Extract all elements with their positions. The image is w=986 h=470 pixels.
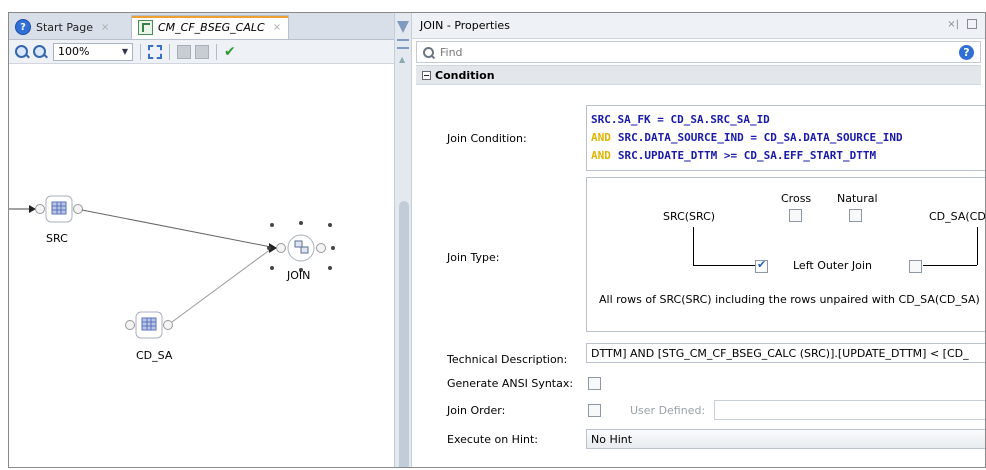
panel-title: JOIN - Properties [420, 19, 510, 32]
join-output-port[interactable] [316, 243, 326, 253]
minimize-icon[interactable] [967, 19, 977, 29]
condition-line: AND SRC.UPDATE_DTTM >= CD_SA.EFF_START_DT… [591, 149, 877, 162]
src-input-port[interactable] [35, 204, 45, 214]
grip-icon[interactable] [397, 39, 409, 49]
technical-description-field[interactable]: DTTM] AND [STG_CM_CF_BSEG_CALC (SRC)].[U… [586, 343, 985, 363]
join-type-label: Join Type: [447, 251, 500, 264]
properties-header: JOIN - Properties ×| [412, 13, 985, 39]
left-outer-join-checkbox[interactable] [755, 258, 768, 273]
src-node-label: SRC [46, 232, 68, 245]
mapping-icon [138, 20, 153, 35]
zoom-in-icon[interactable] [15, 44, 30, 59]
natural-label: Natural [837, 192, 878, 205]
technical-description-label: Technical Description: [447, 353, 568, 366]
connector-line [977, 227, 978, 265]
scroll-up-icon[interactable]: ▲ [399, 55, 405, 64]
collapse-icon[interactable] [422, 70, 431, 80]
help-icon: ? [15, 19, 31, 35]
toolbar-separator [169, 43, 170, 60]
table-icon [51, 201, 67, 215]
zoom-select[interactable]: 100% ▼ [53, 42, 133, 61]
tab-mapping[interactable]: CM_CF_BSEG_CALC × [131, 15, 289, 39]
join-order-checkbox[interactable] [588, 404, 601, 417]
technical-description-value: DTTM] AND [STG_CM_CF_BSEG_CALC (SRC)].[U… [591, 346, 969, 360]
right-source-label: CD_SA(CD [929, 210, 986, 223]
properties-panel: JOIN - Properties ×| Find ? Condition Jo… [412, 13, 985, 467]
condition-line: SRC.SA_FK = CD_SA.SRC_SA_ID [591, 113, 770, 126]
arrow-head-icon [29, 205, 36, 213]
chevron-down-icon: ▼ [121, 47, 128, 56]
mapping-editor: ? Start Page × CM_CF_BSEG_CALC × 100% ▼ [9, 13, 394, 467]
condition-line: AND SRC.DATA_SOURCE_IND = CD_SA.DATA_SOUR… [591, 131, 903, 144]
connector-line [693, 227, 694, 265]
close-tab-icon[interactable]: × [101, 22, 109, 33]
section-condition[interactable]: Condition [416, 65, 981, 85]
user-defined-input[interactable] [714, 400, 985, 420]
table-icon [141, 317, 157, 331]
cd-sa-input-port[interactable] [125, 320, 135, 330]
disabled-icon[interactable] [195, 44, 209, 59]
editor-tab-bar: ? Start Page × CM_CF_BSEG_CALC × [9, 13, 394, 40]
close-tab-icon[interactable]: × [273, 22, 281, 33]
join-type-panel: Cross Natural SRC(SRC) CD_SA(CD Left Out… [586, 177, 986, 332]
execute-on-hint-value: No Hint [591, 432, 633, 446]
join-condition-label: Join Condition: [447, 132, 527, 145]
join-order-label: Join Order: [447, 404, 506, 417]
natural-checkbox[interactable] [849, 209, 862, 222]
tab-label: Start Page [36, 20, 93, 34]
src-output-port[interactable] [73, 204, 83, 214]
left-outer-join-label: Left Outer Join [793, 259, 872, 272]
layout-icon[interactable] [177, 44, 191, 59]
application-window: ? Start Page × CM_CF_BSEG_CALC × 100% ▼ [8, 12, 986, 468]
join-condition-editor[interactable]: SRC.SA_FK = CD_SA.SRC_SA_ID AND SRC.DATA_… [586, 105, 985, 171]
src-to-join-connector[interactable] [81, 209, 272, 248]
collapse-arrow-icon[interactable] [397, 21, 409, 33]
find-input[interactable]: Find ? [416, 41, 981, 63]
execute-on-hint-select[interactable]: No Hint [586, 429, 985, 449]
section-title: Condition [435, 68, 495, 82]
tab-start-page[interactable]: ? Start Page × [9, 16, 129, 38]
connector-line [923, 265, 977, 266]
close-icon[interactable]: ×| [947, 19, 959, 30]
find-placeholder: Find [440, 45, 463, 59]
join-node-label: JOIN [287, 269, 311, 282]
cross-checkbox[interactable] [789, 209, 802, 222]
panel-splitter[interactable]: ▲ [394, 13, 412, 467]
cd-sa-node-label: CD_SA [136, 349, 173, 362]
cd-sa-to-join-connector[interactable] [171, 248, 272, 323]
right-outer-join-checkbox[interactable] [909, 260, 922, 273]
scrollbar-thumb[interactable] [399, 201, 409, 467]
editor-toolbar: 100% ▼ ✔ [9, 40, 394, 64]
help-icon[interactable]: ? [959, 45, 974, 60]
left-source-label: SRC(SRC) [663, 210, 716, 223]
cross-label: Cross [781, 192, 812, 205]
mapping-canvas[interactable]: SRC JOIN CD_SA [9, 65, 394, 467]
validate-check-icon[interactable]: ✔ [224, 45, 238, 59]
connector-line [693, 265, 755, 266]
generate-ansi-label: Generate ANSI Syntax: [447, 377, 574, 390]
join-input-port[interactable] [276, 243, 286, 253]
fit-to-window-icon[interactable] [148, 44, 162, 59]
toolbar-separator [216, 43, 217, 60]
zoom-out-icon[interactable] [33, 44, 48, 59]
join-icon [294, 240, 303, 248]
user-defined-label: User Defined: [630, 404, 706, 417]
search-icon [423, 46, 436, 59]
cd-sa-output-port[interactable] [163, 320, 173, 330]
execute-on-hint-label: Execute on Hint: [447, 433, 539, 446]
generate-ansi-checkbox[interactable] [588, 377, 601, 390]
join-description: All rows of SRC(SRC) including the rows … [599, 293, 980, 306]
zoom-value: 100% [58, 45, 90, 58]
mapping-diagram [9, 195, 335, 339]
toolbar-separator [140, 43, 141, 60]
tab-label: CM_CF_BSEG_CALC [158, 21, 265, 34]
